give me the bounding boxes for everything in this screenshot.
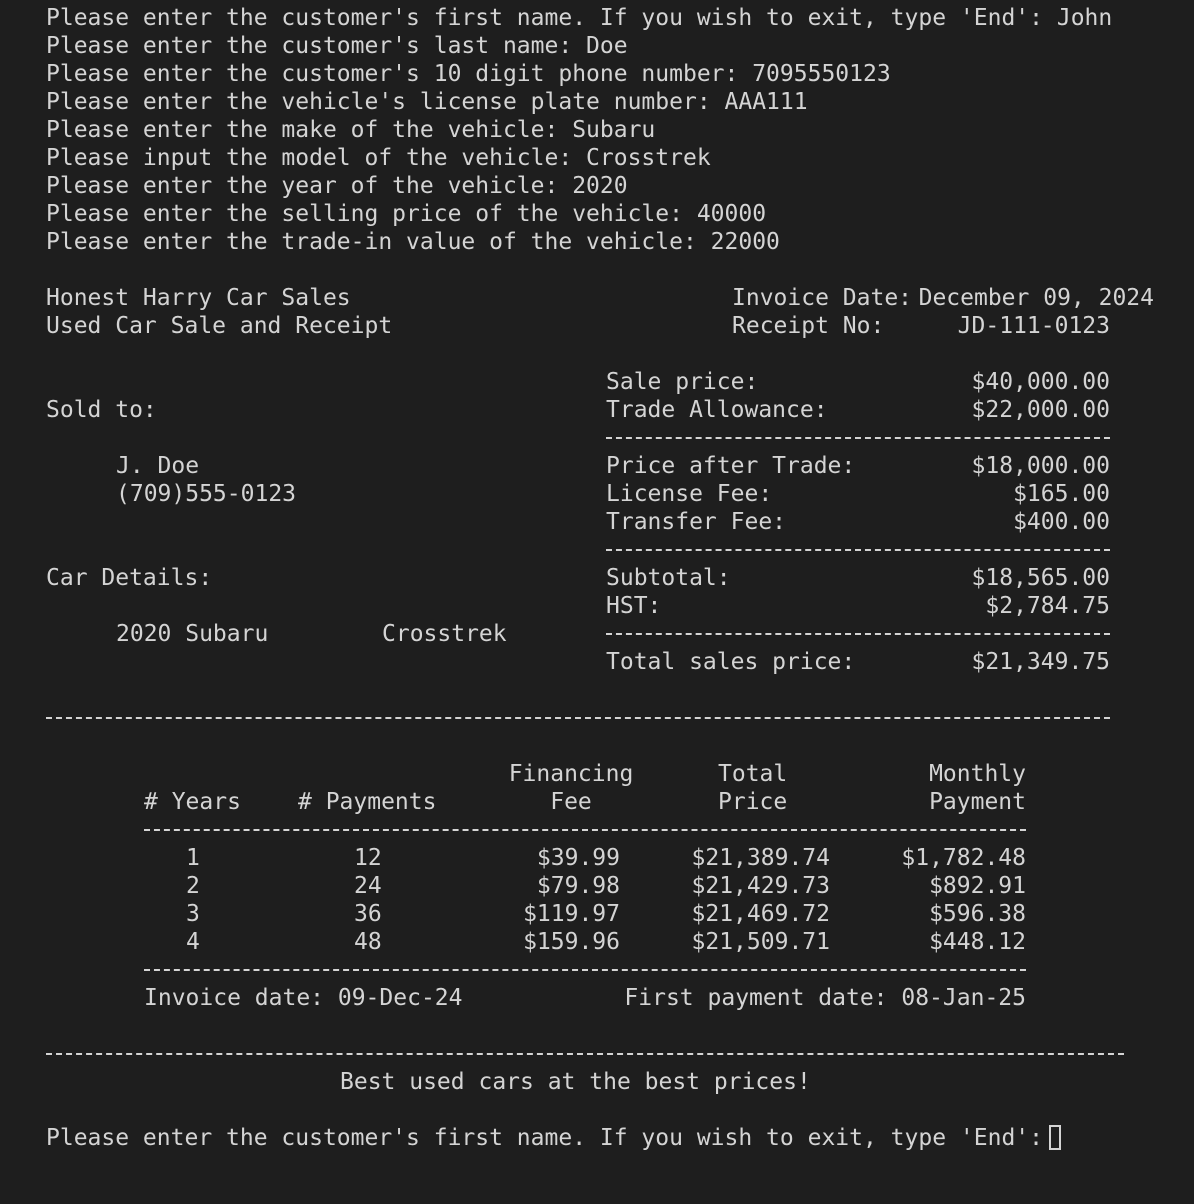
hst-value: $2,784.75 [985, 593, 1110, 619]
prompt-price: Please enter the selling price of the ve… [46, 201, 767, 227]
row-total: $21,429.73 [691, 873, 830, 899]
table-footer-divider [144, 969, 1026, 971]
invoice-date-value: December 09, 2024 [918, 285, 1154, 311]
col-fee-header-bottom: Fee [550, 789, 592, 815]
row-total: $21,509.71 [691, 929, 830, 955]
section-divider [46, 717, 1110, 719]
invoice-date-label: Invoice Date: [732, 285, 913, 311]
receipt-no-label: Receipt No: [732, 313, 885, 339]
next-prompt-line[interactable]: Please enter the customer's first name. … [46, 1124, 1061, 1152]
transfer-fee-label: Transfer Fee: [606, 509, 787, 535]
invoice-date-short: Invoice date: 09-Dec-24 [144, 985, 463, 1011]
row-years: 4 [186, 929, 200, 955]
divider [606, 437, 1110, 439]
prompt-last-name: Please enter the customer's last name: D… [46, 33, 628, 59]
row-years: 2 [186, 873, 200, 899]
row-monthly: $596.38 [929, 901, 1026, 927]
row-monthly: $448.12 [929, 929, 1026, 955]
prompt-make: Please enter the make of the vehicle: Su… [46, 117, 656, 143]
prompt-year: Please enter the year of the vehicle: 20… [46, 173, 628, 199]
row-payments: 36 [354, 901, 382, 927]
row-total: $21,389.74 [691, 845, 830, 871]
total-sales-price-value: $21,349.75 [971, 649, 1110, 675]
row-monthly: $1,782.48 [901, 845, 1026, 871]
col-total-header-bottom: Price [718, 789, 788, 815]
transfer-fee-value: $400.00 [1013, 509, 1110, 535]
col-monthly-header-bottom: Payment [929, 789, 1026, 815]
trade-allowance-label: Trade Allowance: [606, 397, 828, 423]
receipt-subtitle: Used Car Sale and Receipt [46, 313, 393, 339]
car-model: Crosstrek [382, 621, 507, 647]
total-sales-price-label: Total sales price: [606, 649, 856, 675]
subtotal-value: $18,565.00 [971, 565, 1110, 591]
hst-label: HST: [606, 593, 662, 619]
company-name: Honest Harry Car Sales [46, 285, 351, 311]
prompt-plate: Please enter the vehicle's license plate… [46, 89, 808, 115]
slogan: Best used cars at the best prices! [340, 1069, 811, 1095]
row-monthly: $892.91 [929, 873, 1026, 899]
row-payments: 12 [354, 845, 382, 871]
col-monthly-header-top: Monthly [929, 761, 1026, 787]
row-payments: 24 [354, 873, 382, 899]
row-years: 3 [186, 901, 200, 927]
col-fee-header-top: Financing [508, 761, 634, 787]
customer-phone: (709)555-0123 [116, 481, 297, 507]
price-after-trade-label: Price after Trade: [606, 453, 856, 479]
table-header-divider [144, 829, 1026, 831]
next-prompt-text: Please enter the customer's first name. … [46, 1125, 1043, 1151]
col-total-header-top: Total [718, 761, 788, 787]
prompt-model: Please input the model of the vehicle: C… [46, 145, 711, 171]
row-fee: $119.97 [523, 901, 620, 927]
text-cursor[interactable] [1049, 1125, 1061, 1150]
row-years: 1 [186, 845, 200, 871]
price-after-trade-value: $18,000.00 [971, 453, 1110, 479]
divider [606, 633, 1110, 635]
col-years-header: # Years [144, 789, 241, 815]
subtotal-label: Subtotal: [606, 565, 731, 591]
row-payments: 48 [354, 929, 382, 955]
prompt-first-name: Please enter the customer's first name. … [46, 5, 1113, 31]
sale-price-label: Sale price: [606, 369, 759, 395]
prompt-phone: Please enter the customer's 10 digit pho… [46, 61, 891, 87]
row-fee: $39.99 [536, 845, 620, 871]
license-fee-value: $165.00 [1013, 481, 1110, 507]
row-total: $21,469.72 [691, 901, 830, 927]
divider [606, 549, 1110, 551]
customer-name: J. Doe [116, 453, 200, 479]
prompt-trade: Please enter the trade-in value of the v… [46, 229, 780, 255]
first-payment-date: First payment date: 08-Jan-25 [624, 985, 1026, 1011]
col-payments-header: # Payments [298, 789, 437, 815]
section-divider [46, 1053, 1124, 1055]
sale-price-value: $40,000.00 [971, 369, 1110, 395]
car-year-make: 2020 Subaru [116, 621, 269, 647]
receipt-no-value: JD-111-0123 [957, 313, 1110, 339]
terminal-window[interactable]: Please enter the customer's first name. … [0, 0, 1194, 1204]
license-fee-label: License Fee: [606, 481, 773, 507]
sold-to-label: Sold to: [46, 397, 157, 423]
row-fee: $79.98 [536, 873, 620, 899]
row-fee: $159.96 [523, 929, 620, 955]
car-details-label: Car Details: [46, 565, 213, 591]
trade-allowance-value: $22,000.00 [971, 397, 1110, 423]
